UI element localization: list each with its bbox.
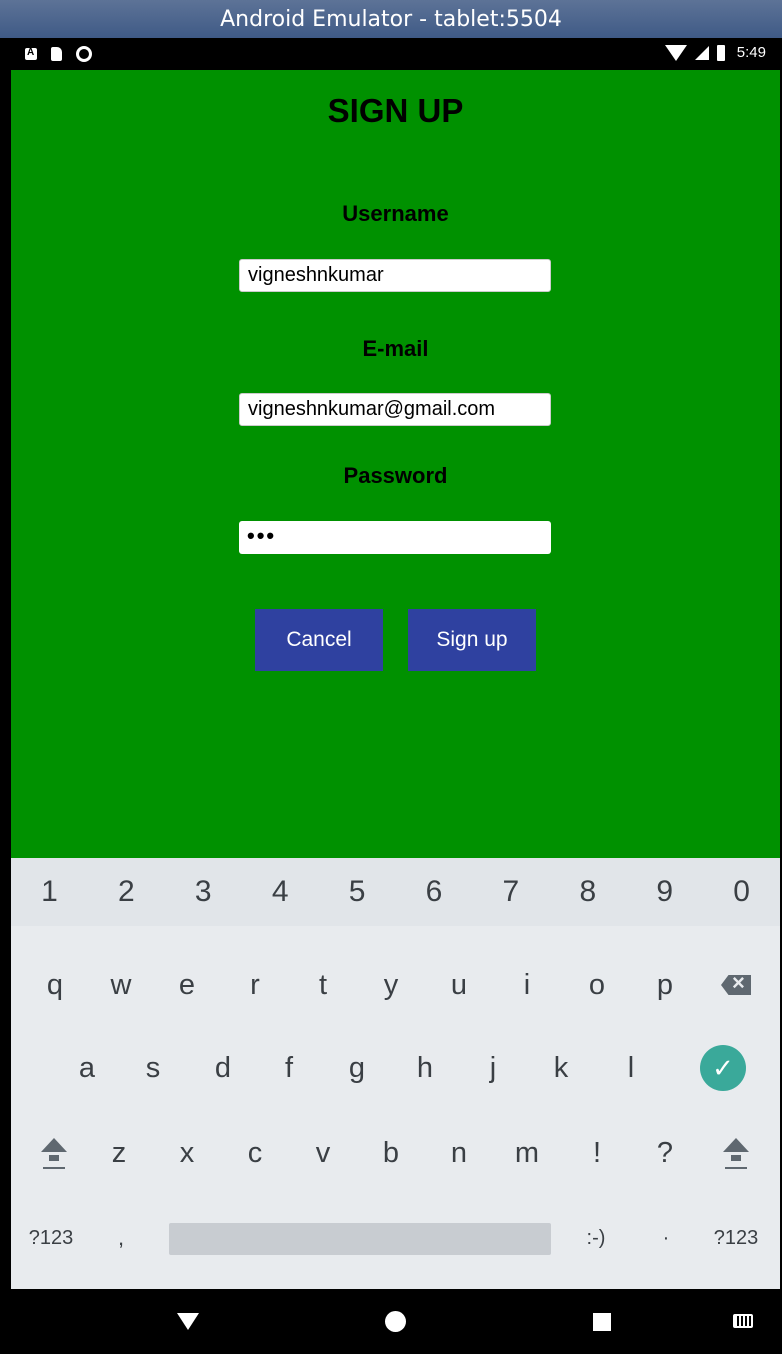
status-clock: 5:49: [736, 44, 766, 61]
keyboard-row-3: z x c v b n m ! ?: [11, 1118, 780, 1188]
key-m[interactable]: m: [503, 1118, 551, 1188]
battery-icon: [716, 44, 725, 61]
home-icon[interactable]: [385, 1311, 406, 1332]
keyboard-number-row: 1 2 3 4 5 6 7 8 9 0: [11, 858, 780, 926]
username-label: Username: [342, 201, 449, 226]
key-x[interactable]: x: [163, 1118, 211, 1188]
key-w[interactable]: w: [97, 950, 145, 1020]
key-c[interactable]: c: [231, 1118, 279, 1188]
username-input[interactable]: [239, 259, 551, 292]
enter-key[interactable]: ✓: [695, 1033, 751, 1103]
key-e[interactable]: e: [163, 950, 211, 1020]
keyboard-bottom-row: ?123 , :-) · ?123: [11, 1203, 780, 1273]
cancel-button[interactable]: Cancel: [255, 609, 383, 671]
key-q[interactable]: q: [31, 950, 79, 1020]
shift-key-left[interactable]: [29, 1118, 79, 1188]
key-j[interactable]: j: [469, 1033, 517, 1103]
window-frame-left: [0, 38, 11, 1354]
symbols-key-left[interactable]: ?123: [21, 1203, 81, 1273]
space-bar[interactable]: [169, 1223, 551, 1255]
window-title: Android Emulator - tablet:5504: [220, 6, 562, 32]
key-o[interactable]: o: [573, 950, 621, 1020]
emulator-window: Android Emulator - tablet:5504 5:49 SIGN…: [0, 0, 782, 1354]
key-7[interactable]: 7: [472, 858, 549, 926]
key-8[interactable]: 8: [549, 858, 626, 926]
back-icon[interactable]: [177, 1313, 199, 1330]
shift-icon: [723, 1137, 749, 1169]
key-t[interactable]: t: [299, 950, 347, 1020]
symbols-key-right[interactable]: ?123: [705, 1203, 767, 1273]
keyboard-switch-icon[interactable]: [733, 1314, 753, 1328]
key-l[interactable]: l: [607, 1033, 655, 1103]
key-a[interactable]: a: [63, 1033, 111, 1103]
keyboard-row-1: q w e r t y u i o p: [11, 950, 780, 1020]
key-1[interactable]: 1: [11, 858, 88, 926]
email-label: E-mail: [362, 336, 429, 361]
key-d[interactable]: d: [199, 1033, 247, 1103]
key-r[interactable]: r: [231, 950, 279, 1020]
navigation-bar: [11, 1289, 780, 1354]
key-i[interactable]: i: [503, 950, 551, 1020]
soft-keyboard: 1 2 3 4 5 6 7 8 9 0 q w e r t y u i o p: [11, 858, 780, 1289]
window-title-bar: Android Emulator - tablet:5504: [0, 0, 782, 39]
key-h[interactable]: h: [401, 1033, 449, 1103]
key-question[interactable]: ?: [641, 1118, 689, 1188]
page-title: SIGN UP: [327, 92, 464, 129]
key-4[interactable]: 4: [242, 858, 319, 926]
backspace-key[interactable]: [711, 950, 761, 1020]
recents-icon[interactable]: [593, 1313, 611, 1331]
key-period[interactable]: ·: [641, 1203, 691, 1273]
key-v[interactable]: v: [299, 1118, 347, 1188]
key-exclamation[interactable]: !: [573, 1118, 621, 1188]
key-9[interactable]: 9: [626, 858, 703, 926]
signup-screen: SIGN UP Username E-mail Password ••• Can…: [11, 70, 780, 858]
a-notification-icon: [25, 47, 37, 60]
key-z[interactable]: z: [95, 1118, 143, 1188]
signal-icon: [694, 45, 709, 60]
key-comma[interactable]: ,: [101, 1203, 141, 1273]
key-0[interactable]: 0: [703, 858, 780, 926]
key-u[interactable]: u: [435, 950, 483, 1020]
key-k[interactable]: k: [537, 1033, 585, 1103]
email-input[interactable]: [239, 393, 551, 426]
emoticon-key[interactable]: :-): [571, 1203, 621, 1273]
key-g[interactable]: g: [333, 1033, 381, 1103]
key-s[interactable]: s: [129, 1033, 177, 1103]
signup-button[interactable]: Sign up: [408, 609, 536, 671]
key-6[interactable]: 6: [396, 858, 473, 926]
key-p[interactable]: p: [641, 950, 689, 1020]
status-bar: 5:49: [11, 38, 780, 70]
backspace-icon: [721, 975, 751, 995]
key-b[interactable]: b: [367, 1118, 415, 1188]
sd-card-icon: [51, 47, 62, 61]
key-2[interactable]: 2: [88, 858, 165, 926]
key-n[interactable]: n: [435, 1118, 483, 1188]
keyboard-row-2: a s d f g h j k l ✓: [11, 1033, 780, 1103]
shift-icon: [41, 1137, 67, 1169]
shift-key-right[interactable]: [711, 1118, 761, 1188]
key-f[interactable]: f: [265, 1033, 313, 1103]
wifi-icon: [664, 44, 687, 61]
password-label: Password: [343, 463, 448, 488]
key-3[interactable]: 3: [165, 858, 242, 926]
key-5[interactable]: 5: [319, 858, 396, 926]
checkmark-icon: ✓: [700, 1045, 746, 1091]
sync-icon: [76, 46, 92, 62]
key-y[interactable]: y: [367, 950, 415, 1020]
password-input[interactable]: •••: [239, 521, 551, 554]
